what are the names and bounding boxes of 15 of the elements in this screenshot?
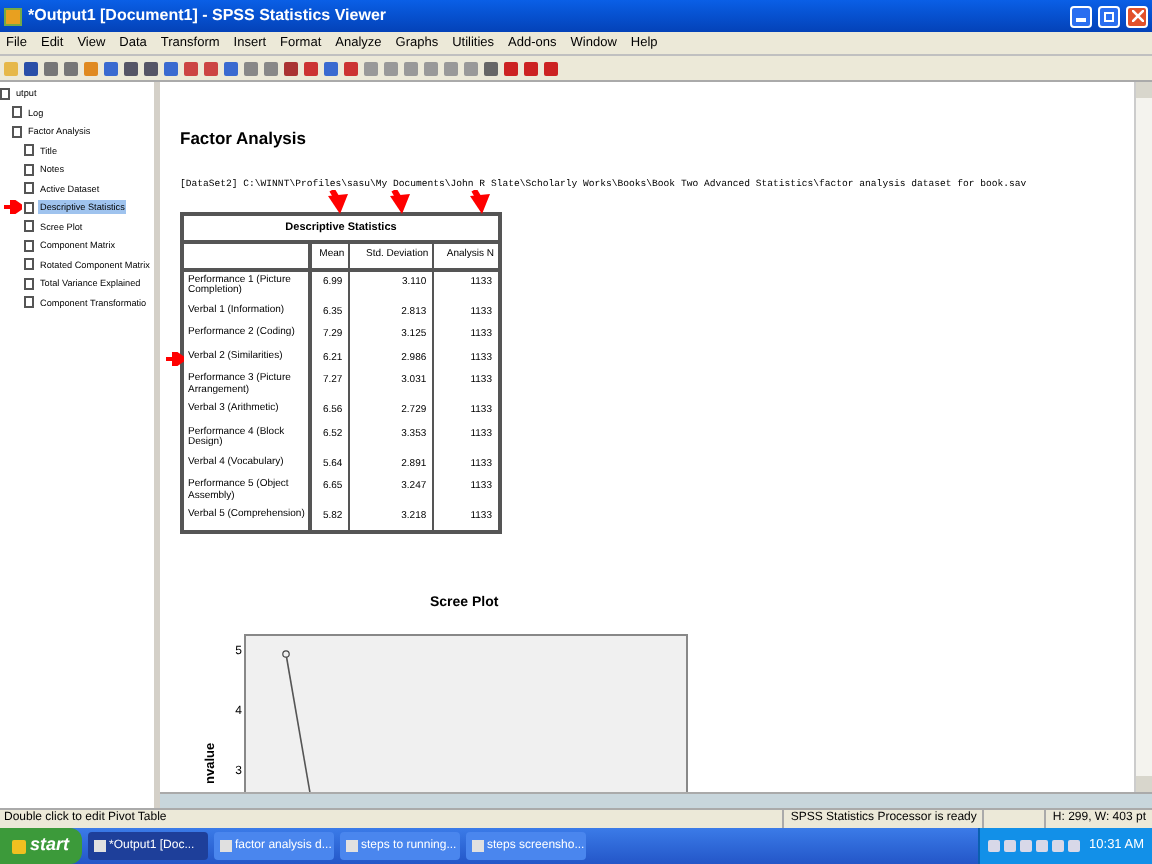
- horizontal-scrollbar[interactable]: [160, 792, 1152, 808]
- section-heading: Factor Analysis: [180, 126, 308, 152]
- close-icon: [1131, 10, 1143, 22]
- vertical-scrollbar[interactable]: [1134, 82, 1152, 792]
- arrow-icon: [4, 200, 22, 214]
- arrow-icon: [466, 190, 490, 214]
- arrow-icon: [324, 190, 348, 214]
- window-title: *Output1 [Document1] - SPSS Statistics Viewer: [28, 4, 389, 28]
- minimize-button[interactable]: [1070, 5, 1092, 27]
- restore-button[interactable]: [1098, 5, 1120, 27]
- start-button[interactable]: start: [0, 828, 82, 864]
- arrow-icon: [166, 352, 184, 366]
- arrow-icon: [386, 190, 410, 214]
- app-icon: [4, 7, 22, 25]
- close-button[interactable]: [1126, 5, 1148, 27]
